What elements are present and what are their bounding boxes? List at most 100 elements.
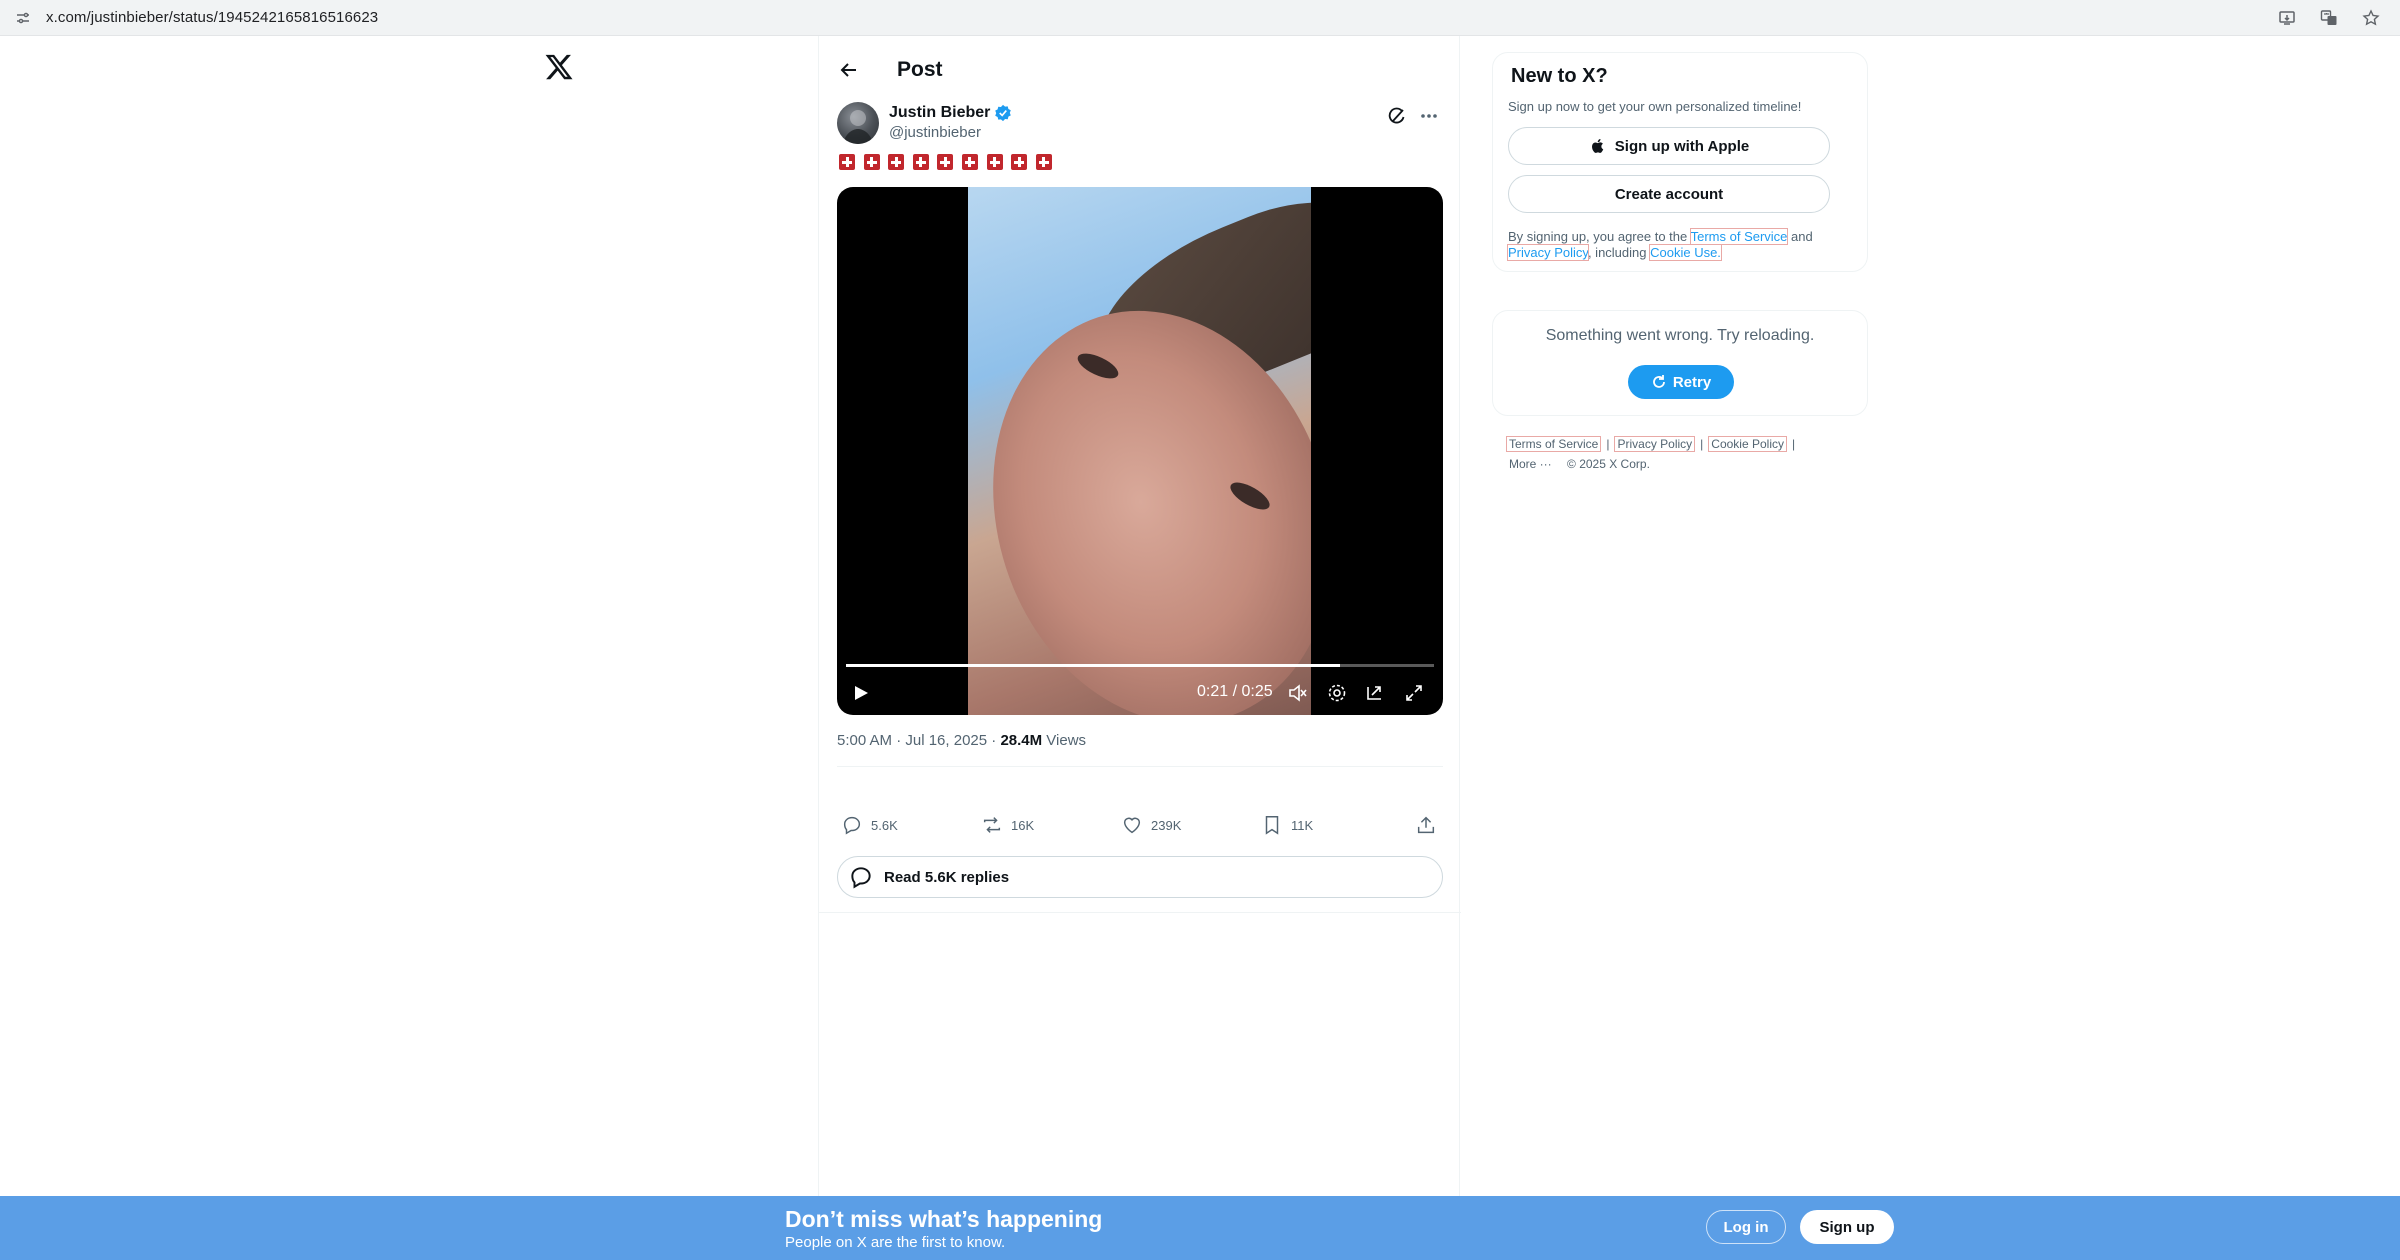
bookmark-button[interactable]: 11K [1261, 808, 1313, 842]
cookie-use-link[interactable]: Cookie Use. [1649, 244, 1722, 261]
verified-badge-icon [995, 104, 1012, 122]
video-progress-bar[interactable] [846, 664, 1434, 667]
views-label: Views [1042, 732, 1087, 749]
sign-up-apple-button[interactable]: Sign up with Apple [1508, 127, 1830, 165]
red-cross-flag-icon [839, 154, 855, 170]
more-options-button[interactable] [1417, 104, 1441, 128]
x-logo-icon[interactable] [544, 52, 574, 82]
reply-icon [843, 816, 861, 835]
speech-bubble-icon [851, 867, 871, 889]
more-icon [1421, 114, 1437, 118]
footer-terms-link[interactable]: Terms of Service [1505, 436, 1602, 452]
fullscreen-button[interactable] [1402, 681, 1426, 705]
footer-separator: | [1700, 437, 1704, 451]
views-count: 28.4M [1000, 732, 1043, 749]
site-settings-icon[interactable] [14, 9, 32, 27]
bookmark-count: 11K [1291, 817, 1314, 833]
repost-icon [983, 817, 1001, 833]
footer-privacy-link[interactable]: Privacy Policy [1614, 436, 1696, 452]
bottom-bar-subtitle: People on X are the first to know. [785, 1234, 1006, 1251]
video-time: 0:21 / 0:25 [1197, 683, 1273, 700]
video-frame [968, 187, 1311, 715]
new-to-x-subtitle: Sign up now to get your own personalized… [1508, 99, 1802, 114]
bottom-signup-bar: Don’t miss what’s happening People on X … [0, 1196, 2400, 1260]
create-account-label: Create account [1614, 185, 1724, 203]
url-text[interactable]: x.com/justinbieber/status/19452421658165… [46, 9, 378, 26]
avatar[interactable] [837, 102, 879, 144]
footer-separator: | [1606, 437, 1610, 451]
sidebar-footer: Terms of Service | Privacy Policy | Cookie P… [1505, 434, 1847, 474]
post-header: Post [819, 50, 1459, 90]
terms-including: , including [1587, 245, 1651, 260]
footer-more-link[interactable]: More ··· [1509, 457, 1552, 471]
video-settings-button[interactable] [1325, 681, 1349, 705]
reply-count: 5.6K [871, 817, 898, 833]
post-text [839, 154, 1052, 170]
read-replies-button[interactable]: Read 5.6K replies [837, 856, 1443, 898]
red-cross-flag-icon [1011, 154, 1028, 170]
page-title: Post [897, 58, 943, 81]
bookmark-star-icon[interactable] [2360, 7, 2382, 29]
terms-of-service-link[interactable]: Terms of Service [1689, 228, 1789, 245]
repost-count: 16K [1011, 817, 1035, 833]
log-in-label: Log in [1723, 1218, 1769, 1236]
video-player[interactable]: 0:21 / 0:25 [837, 187, 1443, 715]
red-cross-flag-icon [937, 154, 954, 170]
translate-icon[interactable] [2318, 7, 2340, 29]
post-actions: 5.6K 16K 239K 11K [837, 808, 1443, 842]
privacy-policy-link[interactable]: Privacy Policy [1507, 244, 1589, 261]
apple-icon [1591, 139, 1604, 153]
footer-separator: | [1792, 437, 1796, 451]
author-name-link[interactable]: Justin Bieber [889, 104, 1012, 122]
arrow-left-icon [840, 63, 856, 77]
picture-in-picture-button[interactable] [1363, 681, 1387, 705]
heart-icon [1123, 817, 1141, 834]
reply-button[interactable]: 5.6K [841, 808, 898, 842]
muted-speaker-icon [1289, 684, 1307, 702]
red-cross-flag-icon [912, 154, 929, 170]
author-handle[interactable]: @justinbieber [889, 124, 981, 141]
new-to-x-title: New to X? [1511, 65, 1608, 87]
footer-cookie-link[interactable]: Cookie Policy [1708, 436, 1787, 452]
post-meta: 5:00 AM · Jul 16, 2025 · 28.4M Views [837, 732, 1086, 749]
sign-up-label: Sign up [1819, 1218, 1875, 1236]
like-button[interactable]: 239K [1121, 808, 1181, 842]
video-progress-fill [846, 664, 1340, 667]
install-app-icon[interactable] [2276, 7, 2298, 29]
red-cross-flag-icon [961, 154, 978, 170]
retry-button[interactable]: Retry [1628, 365, 1734, 399]
mute-button[interactable] [1286, 681, 1310, 705]
retry-label: Retry [1672, 373, 1712, 391]
log-in-button[interactable]: Log in [1706, 1210, 1786, 1244]
terms-notice: By signing up, you agree to the Terms of… [1507, 228, 1854, 261]
grok-button[interactable] [1385, 104, 1409, 128]
error-message: Something went wrong. Try reloading. [1545, 327, 1815, 344]
terms-and: and [1787, 229, 1813, 244]
main-column: Post Justin Bieber @justinbieber 0:21 / … [818, 36, 1461, 1196]
play-icon [855, 686, 868, 700]
pip-icon [1367, 686, 1381, 700]
back-button[interactable] [829, 50, 869, 90]
post-timestamp[interactable]: 5:00 AM · Jul 16, 2025 · [837, 732, 1000, 749]
red-cross-flag-icon [888, 154, 905, 170]
divider [837, 766, 1443, 767]
share-button[interactable] [1415, 808, 1437, 842]
read-replies-label: Read 5.6K replies [884, 868, 1010, 886]
play-button[interactable] [849, 681, 873, 705]
refresh-icon [1652, 375, 1665, 388]
bottom-bar-title: Don’t miss what’s happening [785, 1206, 1103, 1232]
new-to-x-card: New to X? Sign up now to get your own pe… [1492, 52, 1868, 272]
red-cross-flag-icon [863, 154, 880, 170]
footer-copyright: © 2025 X Corp. [1567, 457, 1650, 471]
red-cross-flag-icon [1035, 154, 1052, 170]
grok-icon [1388, 107, 1405, 124]
gear-icon [1328, 684, 1346, 702]
fullscreen-icon [1406, 685, 1422, 701]
divider [819, 912, 1461, 913]
bookmark-icon [1265, 816, 1279, 835]
post-author: Justin Bieber @justinbieber [837, 102, 1443, 146]
repost-button[interactable]: 16K [981, 808, 1034, 842]
error-card: Something went wrong. Try reloading. Ret… [1492, 310, 1868, 416]
create-account-button[interactable]: Create account [1508, 175, 1830, 213]
sign-up-button[interactable]: Sign up [1800, 1210, 1894, 1244]
